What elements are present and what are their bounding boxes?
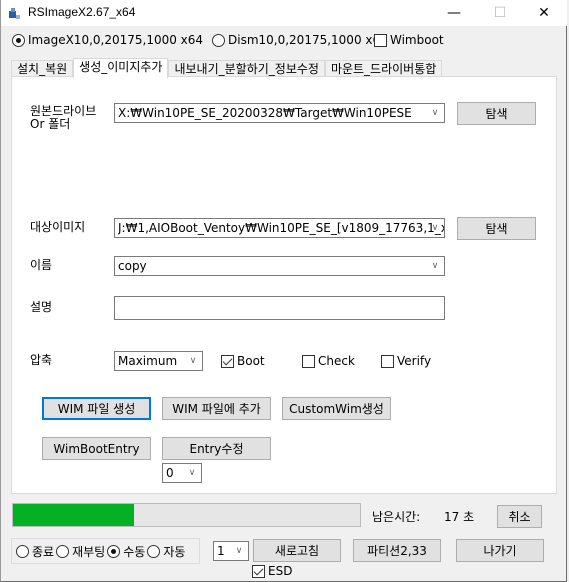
after-action-manual[interactable]: 수동 (107, 543, 145, 560)
source-path-value: X:₩Win10PE_SE_20200328₩Target₩Win10PESE (118, 106, 412, 120)
entry-index-combo[interactable]: 0 ∨ (162, 463, 202, 483)
remaining-time-label: 남은시간: (372, 510, 421, 524)
radio-reboot[interactable] (56, 544, 70, 558)
check-check-box[interactable] (302, 354, 315, 368)
boot-check-box[interactable] (221, 354, 234, 368)
append-wim-button[interactable]: WIM 파일에 추가 (162, 397, 271, 420)
wimboot-checkbox[interactable]: Wimboot (374, 33, 444, 47)
source-browse-button[interactable]: 탐색 (457, 102, 536, 125)
remaining-time-value: 17 초 (444, 510, 475, 524)
boot-label: Boot (237, 354, 265, 368)
window-title: RSImageX2.67_x64 (28, 5, 136, 19)
chevron-down-icon: ∨ (431, 223, 439, 233)
after-action-reboot[interactable]: 재부팅 (56, 543, 105, 560)
name-combo[interactable]: copy ∨ (114, 256, 445, 276)
partition-button[interactable]: 파티션2,33 (353, 539, 441, 562)
refresh-button[interactable]: 새로고침 (253, 539, 341, 562)
boot-checkbox[interactable]: Boot (221, 354, 265, 368)
shutdown-label: 종료 (32, 544, 55, 559)
minimize-button[interactable]: — (431, 0, 477, 26)
radio-auto[interactable] (147, 544, 161, 558)
compression-combo[interactable]: Maximum ∨ (114, 351, 203, 371)
radio-dism[interactable] (212, 33, 225, 47)
radio-imagex[interactable] (12, 33, 25, 47)
engine-option-dism-label: Dism10,0,20175,1000 x64 (228, 33, 388, 47)
verify-label: Verify (397, 354, 432, 368)
engine-option-dism[interactable]: Dism10,0,20175,1000 x64 (212, 33, 388, 47)
custom-wim-button[interactable]: CustomWim생성 (282, 397, 391, 420)
manual-label: 수동 (123, 544, 146, 559)
target-browse-button[interactable]: 탐색 (457, 217, 536, 240)
tab-bar: 설치_복원 생성_이미지추가 내보내기_분할하기_정보수정 마운트_드라이버통합 (11, 58, 443, 78)
title-bar[interactable]: RSImageX2.67_x64 — ☐ ✕ (1, 0, 567, 26)
tab-panel (11, 76, 557, 494)
check-label: Check (318, 354, 355, 368)
reboot-label: 재부팅 (72, 544, 106, 559)
esd-check-box[interactable] (252, 564, 265, 578)
radio-manual[interactable] (107, 544, 121, 558)
target-image-combo[interactable]: J:₩1,AIOBoot_Ventoy₩Win10PE_SE_[v1809_17… (114, 218, 445, 238)
after-action-group: 종료 재부팅 수동 자동 (11, 538, 200, 564)
auto-label: 자동 (163, 544, 186, 559)
source-path-combo[interactable]: X:₩Win10PE_SE_20200328₩Target₩Win10PESE … (114, 103, 445, 123)
wimboot-check-box[interactable] (374, 33, 387, 47)
cancel-button[interactable]: 취소 (497, 505, 542, 528)
name-label: 이름 (30, 258, 53, 272)
chevron-down-icon: ∨ (235, 546, 243, 556)
wimboot-label: Wimboot (390, 33, 444, 47)
engine-option-imagex[interactable]: ImageX10,0,20175,1000 x64 (12, 33, 203, 47)
close-button[interactable]: ✕ (521, 0, 567, 26)
description-label: 설명 (30, 300, 53, 314)
target-image-label: 대상이미지 (30, 220, 86, 234)
verify-checkbox[interactable]: Verify (381, 354, 431, 368)
engine-option-imagex-label: ImageX10,0,20175,1000 x64 (28, 33, 204, 47)
app-icon (7, 6, 21, 20)
wimboot-entry-button[interactable]: WimBootEntry (42, 437, 151, 460)
create-wim-button[interactable]: WIM 파일 생성 (42, 397, 151, 420)
tab-create-append[interactable]: 생성_이미지추가 (73, 58, 169, 78)
chevron-down-icon: ∨ (431, 261, 439, 271)
target-image-value: J:₩1,AIOBoot_Ventoy₩Win10PE_SE_[v1809_17… (118, 221, 444, 235)
chevron-down-icon: ∨ (189, 356, 197, 366)
app-window: RSImageX2.67_x64 — ☐ ✕ ImageX10,0,20175,… (0, 0, 567, 582)
chevron-down-icon: ∨ (431, 108, 439, 118)
chevron-down-icon: ∨ (188, 468, 196, 478)
verify-check-box[interactable] (381, 354, 394, 368)
exit-button[interactable]: 나가기 (456, 539, 544, 562)
compression-label: 압축 (30, 353, 53, 367)
disk-select-combo[interactable]: 1 ∨ (213, 541, 249, 561)
maximize-button[interactable]: ☐ (477, 0, 523, 26)
radio-shutdown[interactable] (16, 544, 29, 558)
name-value: copy (118, 259, 147, 273)
edit-entry-button[interactable]: Entry수정 (162, 437, 271, 460)
after-action-shutdown[interactable]: 종료 (16, 543, 54, 560)
source-label-line2: Or 폴더 (30, 117, 71, 131)
esd-checkbox[interactable]: ESD (252, 564, 292, 578)
after-action-auto[interactable]: 자동 (147, 543, 185, 560)
esd-label: ESD (268, 564, 293, 578)
check-checkbox[interactable]: Check (302, 354, 355, 368)
description-input[interactable] (114, 296, 445, 320)
progress-fill (13, 504, 135, 526)
progress-bar (12, 503, 361, 527)
